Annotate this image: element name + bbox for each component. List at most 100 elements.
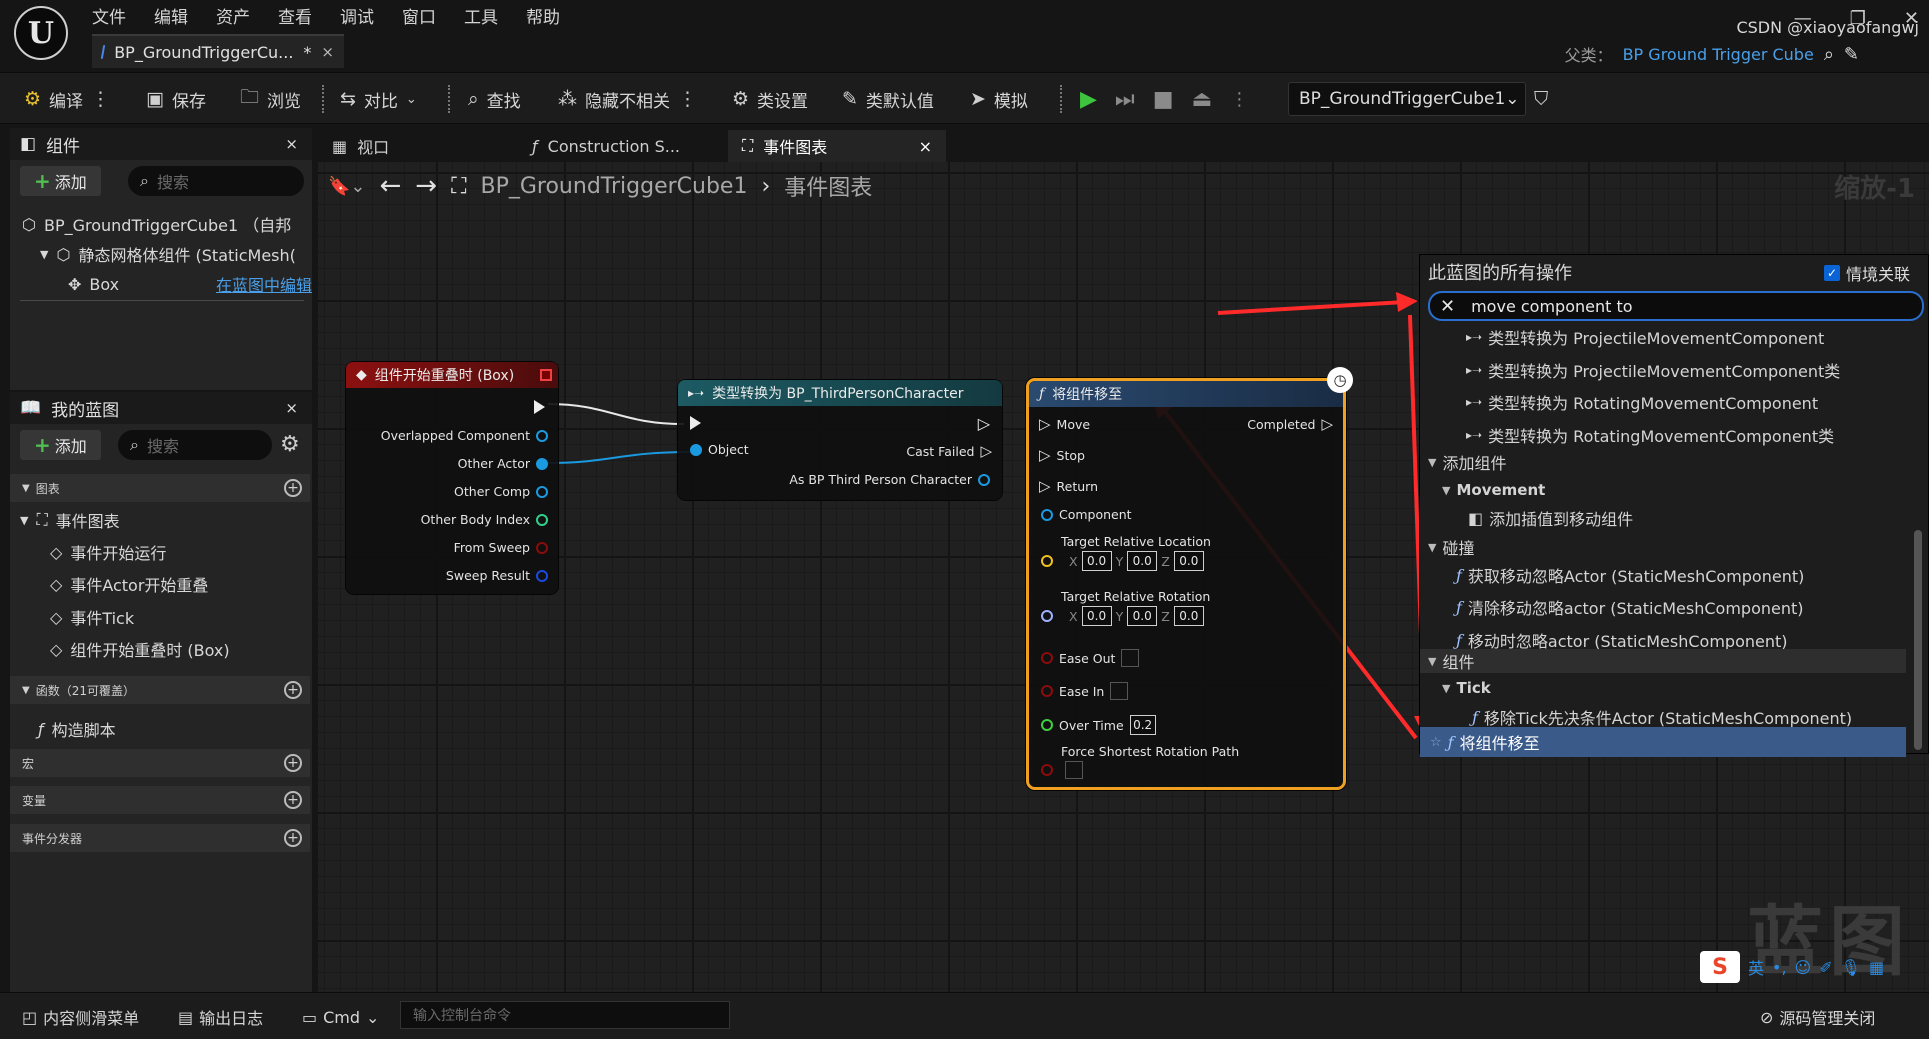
node-header[interactable]: ▸➝ 类型转换为 BP_ThirdPersonCharacter xyxy=(678,380,1002,406)
node-title: 将组件移至 xyxy=(1052,387,1123,403)
pin-sweep-result[interactable]: Sweep Result xyxy=(446,568,548,583)
action-item[interactable]: ▸➝ 类型转换为 ProjectileMovementComponent xyxy=(1420,323,1920,351)
location-z-field[interactable]: 0.0 xyxy=(1173,551,1204,571)
node-cast-to-character[interactable]: ▸➝ 类型转换为 BP_ThirdPersonCharacter ▷ Objec… xyxy=(678,380,1002,500)
pin-socket[interactable] xyxy=(1041,508,1053,521)
pin-socket[interactable] xyxy=(690,443,702,456)
rotation-y-field[interactable]: 0.0 xyxy=(1127,606,1158,626)
pin-socket[interactable] xyxy=(536,485,548,498)
ime-toolbar: S 英 •, ☺ ✐ 🎙 ▦ xyxy=(1700,950,1929,984)
pin-target-rotation[interactable]: Target Relative Rotation X 0.0 Y 0.0 Z 0… xyxy=(1041,589,1210,626)
console-command-input[interactable]: 输入控制台命令 xyxy=(400,1001,730,1029)
action-item[interactable]: ▸➝ 类型转换为 RotatingMovementComponent xyxy=(1420,388,1920,416)
exec-socket-icon[interactable]: ▷ xyxy=(1039,477,1051,495)
action-category[interactable]: ▼ 组件 xyxy=(1420,649,1906,673)
exec-socket-icon[interactable]: ▷ xyxy=(1321,415,1333,433)
ime-skin-icon[interactable]: ✐ xyxy=(1819,958,1832,977)
exec-wire xyxy=(547,403,685,425)
checkbox-checked-icon[interactable]: ✓ xyxy=(1823,265,1840,281)
function-icon: ƒ xyxy=(1456,565,1462,585)
delegate-pin-icon[interactable] xyxy=(540,369,552,381)
node-move-component-to[interactable]: ƒ 将组件移至 ◷ ▷ Move Completed ▷ ▷ Stop ▷ Re… xyxy=(1026,367,1353,790)
pin-move[interactable]: ▷ Move xyxy=(1039,415,1090,433)
function-icon: ƒ xyxy=(1472,707,1478,727)
pin-socket[interactable] xyxy=(536,513,548,526)
action-item[interactable]: ƒ 获取移动忽略Actor (StaticMeshComponent) xyxy=(1420,561,1920,589)
pin-socket[interactable] xyxy=(1041,555,1053,567)
pin-socket[interactable] xyxy=(536,429,548,442)
sogou-ime-icon[interactable]: S xyxy=(1700,951,1740,983)
pin-other-comp[interactable]: Other Comp xyxy=(454,484,548,499)
node-header[interactable]: ƒ 将组件移至 xyxy=(1029,381,1343,407)
pin-socket[interactable] xyxy=(1041,610,1053,622)
location-y-field[interactable]: 0.0 xyxy=(1127,551,1158,571)
action-item[interactable]: ▸➝ 类型转换为 ProjectileMovementComponent类 xyxy=(1420,356,1920,384)
pin-socket[interactable] xyxy=(1041,764,1053,776)
pin-ease-in[interactable]: Ease In xyxy=(1041,682,1129,700)
pin-socket[interactable] xyxy=(536,569,548,582)
pin-return[interactable]: ▷ Return xyxy=(1039,477,1098,495)
action-category[interactable]: ▼ 碰撞 xyxy=(1420,533,1920,561)
source-control-button[interactable]: ⊘ 源码管理关闭 xyxy=(1760,1003,1875,1031)
action-item[interactable]: ▸➝ 类型转换为 RotatingMovementComponent类 xyxy=(1420,421,1920,449)
ime-menu-icon[interactable]: ▦ xyxy=(1869,958,1884,977)
exec-socket-icon[interactable]: ▷ xyxy=(1039,446,1051,464)
exec-socket-icon[interactable]: ▷ xyxy=(1039,415,1051,433)
pin-component[interactable]: Component xyxy=(1041,507,1132,522)
action-subcategory[interactable]: ▼ Movement xyxy=(1420,476,1920,504)
pin-socket[interactable] xyxy=(978,473,990,486)
pin-other-actor[interactable]: Other Actor xyxy=(458,456,548,471)
over-time-field[interactable]: 0.2 xyxy=(1129,715,1156,735)
context-sensitive-toggle[interactable]: ✓ 情境关联 xyxy=(1823,261,1910,285)
pin-socket[interactable] xyxy=(1041,652,1053,664)
exec-socket-icon[interactable]: ▷ xyxy=(980,442,992,460)
pin-object[interactable]: Object xyxy=(690,442,749,457)
pin-stop[interactable]: ▷ Stop xyxy=(1039,446,1085,464)
ime-punctuation-icon[interactable]: •, xyxy=(1772,958,1787,977)
ease-in-checkbox[interactable] xyxy=(1110,682,1129,700)
clear-search-icon[interactable]: ✕ xyxy=(1440,296,1455,317)
pin-overlapped-component[interactable]: Overlapped Component xyxy=(381,428,548,443)
pin-over-time[interactable]: Over Time 0.2 xyxy=(1041,715,1156,735)
pin-socket[interactable] xyxy=(536,457,548,470)
pin-other-body-index[interactable]: Other Body Index xyxy=(421,512,548,527)
node-header[interactable]: ◆ 组件开始重叠时 (Box) xyxy=(346,362,558,388)
exec-in-pin[interactable] xyxy=(690,416,701,430)
pin-socket[interactable] xyxy=(1041,719,1053,731)
pin-socket[interactable] xyxy=(536,541,548,554)
source-control-icon: ⊘ xyxy=(1760,1007,1774,1027)
expand-icon: ▼ xyxy=(1428,540,1437,554)
pin-cast-failed[interactable]: Cast Failed ▷ xyxy=(906,442,992,460)
pin-socket[interactable] xyxy=(1041,685,1053,697)
context-sensitive-label: 情境关联 xyxy=(1845,265,1910,284)
pin-force-shortest-rotation[interactable]: Force Shortest Rotation Path xyxy=(1041,744,1239,779)
exec-out-pin[interactable]: ▷ xyxy=(978,414,990,433)
cmd-select[interactable]: ▭ Cmd ⌄ xyxy=(302,1003,379,1031)
ime-mode-icon[interactable]: 英 xyxy=(1748,955,1764,979)
rotation-x-field[interactable]: 0.0 xyxy=(1081,606,1112,626)
action-menu-scrollbar[interactable] xyxy=(1914,530,1922,750)
force-shortest-checkbox[interactable] xyxy=(1065,761,1083,779)
action-search-input[interactable]: ✕ move component to xyxy=(1428,291,1924,321)
pin-ease-out[interactable]: Ease Out xyxy=(1041,649,1140,667)
pin-target-location[interactable]: Target Relative Location X 0.0 Y 0.0 Z 0… xyxy=(1041,534,1211,571)
action-item-selected[interactable]: ☆ ƒ 将组件移至 xyxy=(1420,727,1906,757)
location-x-field[interactable]: 0.0 xyxy=(1081,551,1112,571)
action-item[interactable]: ◧ 添加插值到移动组件 xyxy=(1420,504,1920,532)
pin-completed[interactable]: Completed ▷ xyxy=(1247,415,1333,433)
output-log-button[interactable]: ▤ 输出日志 xyxy=(178,1003,263,1031)
action-item[interactable]: ƒ 清除移动忽略actor (StaticMeshComponent) xyxy=(1420,593,1920,621)
ease-out-checkbox[interactable] xyxy=(1121,649,1140,667)
action-category[interactable]: ▼ 添加组件 xyxy=(1420,448,1920,476)
pin-from-sweep[interactable]: From Sweep xyxy=(454,540,548,555)
rotation-z-field[interactable]: 0.0 xyxy=(1173,606,1204,626)
axis-label: Z xyxy=(1161,608,1170,624)
exec-out-pin[interactable] xyxy=(534,400,545,414)
ime-voice-icon[interactable]: 🎙 xyxy=(1841,958,1861,977)
node-component-begin-overlap[interactable]: ◆ 组件开始重叠时 (Box) Overlapped Component Oth… xyxy=(346,362,558,594)
content-drawer-button[interactable]: ◰ 内容侧滑菜单 xyxy=(22,1003,139,1031)
pin-as-character[interactable]: As BP Third Person Character xyxy=(789,472,990,487)
action-subcategory[interactable]: ▼ Tick xyxy=(1420,674,1920,702)
star-icon[interactable]: ☆ xyxy=(1430,735,1442,750)
ime-emoji-icon[interactable]: ☺ xyxy=(1795,958,1812,977)
